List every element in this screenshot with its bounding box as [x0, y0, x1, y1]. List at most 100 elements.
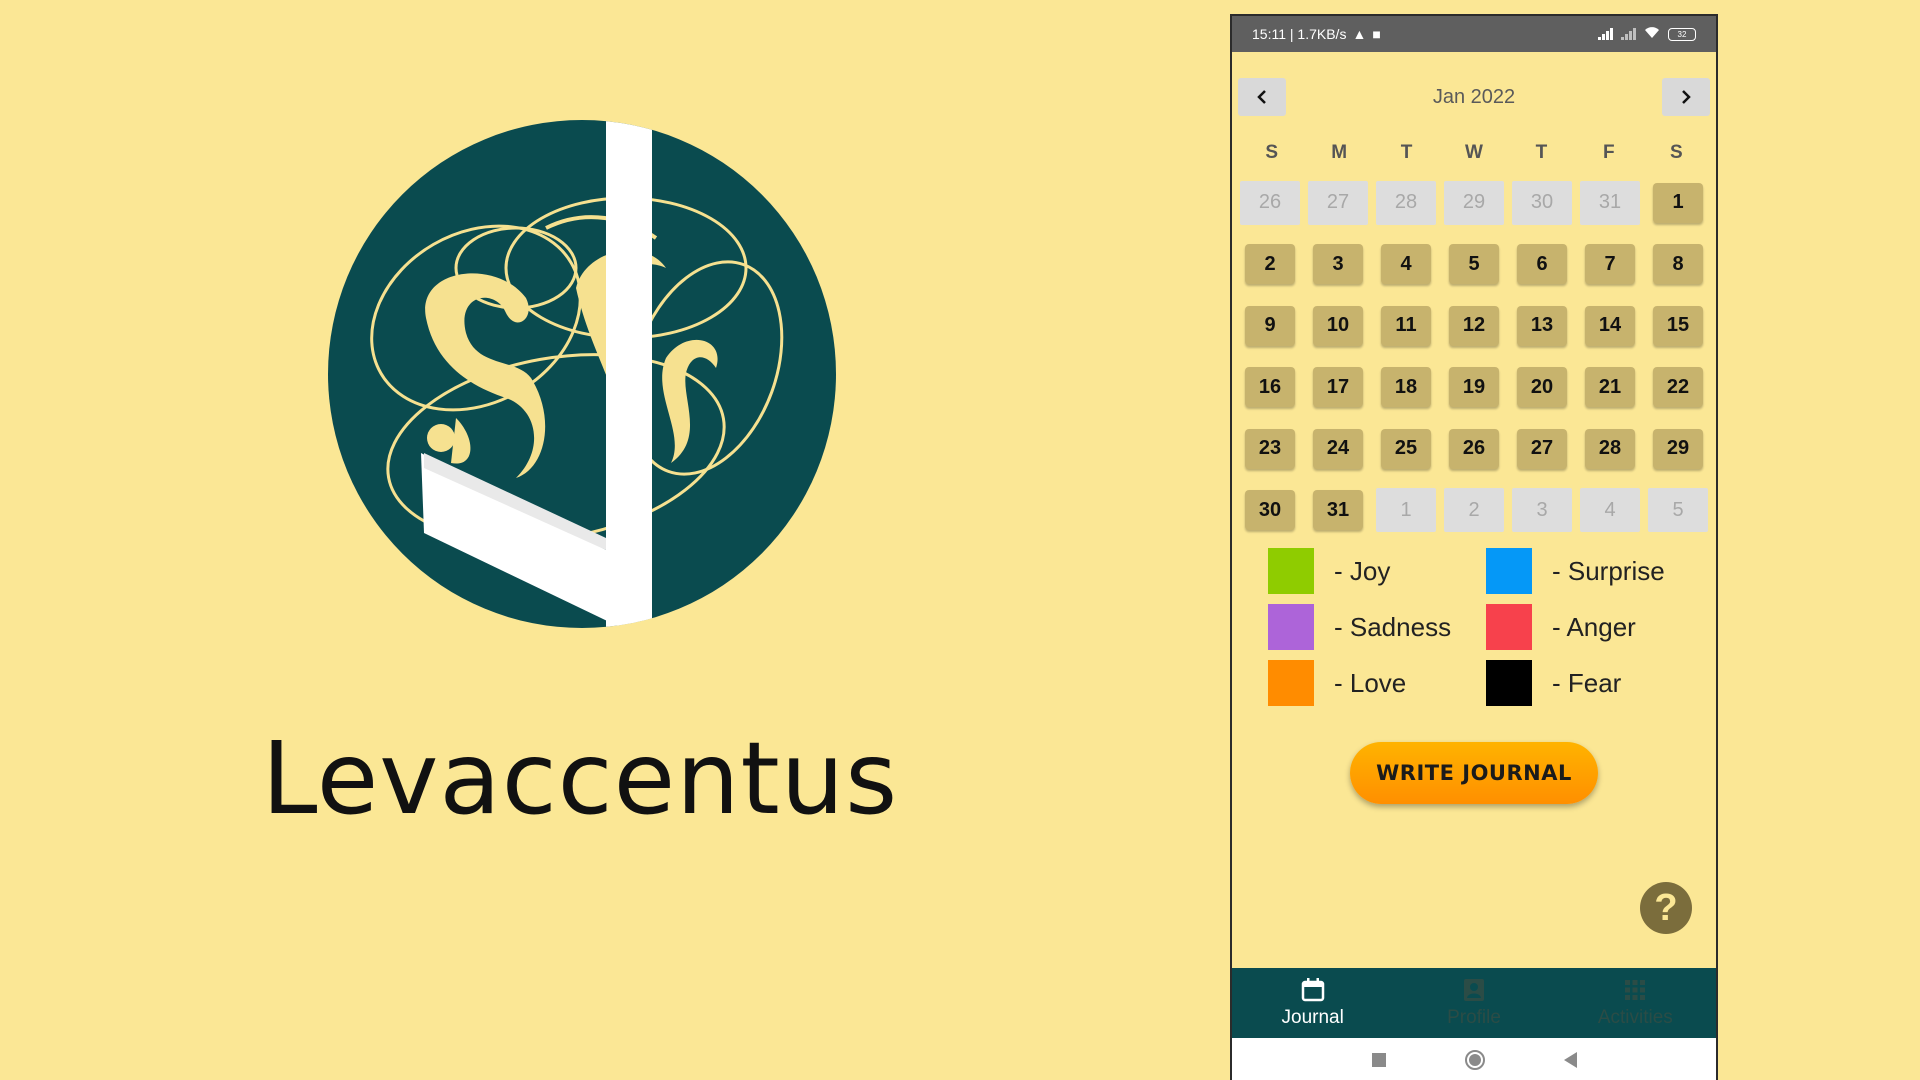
calendar-day-number: 3: [1313, 244, 1363, 285]
levaccentus-logo-icon: [328, 120, 836, 628]
grid-icon: [1625, 980, 1646, 1000]
calendar-day[interactable]: 8: [1644, 234, 1712, 296]
calendar-day-number: 20: [1517, 367, 1567, 408]
calendar-day[interactable]: 1: [1644, 172, 1712, 234]
calendar-day-number: 1: [1653, 182, 1703, 223]
calendar-day[interactable]: 19: [1440, 357, 1508, 419]
calendar-day[interactable]: 16: [1236, 357, 1304, 419]
calendar-day[interactable]: 6: [1508, 234, 1576, 296]
calendar-day-number: 21: [1585, 367, 1635, 408]
legend-item: - Anger: [1486, 602, 1706, 652]
calendar-day[interactable]: 17: [1304, 357, 1372, 419]
calendar-day[interactable]: 22: [1644, 357, 1712, 419]
calendar-day-number: 31: [1313, 490, 1363, 531]
calendar-day[interactable]: 10: [1304, 295, 1372, 357]
write-journal-button[interactable]: WRITE JOURNAL: [1350, 742, 1598, 804]
tab-profile[interactable]: Profile: [1393, 968, 1554, 1038]
tab-profile-label: Profile: [1447, 1007, 1501, 1028]
calendar-day[interactable]: 24: [1304, 418, 1372, 480]
calendar-day[interactable]: 14: [1576, 295, 1644, 357]
calendar-day[interactable]: 4: [1372, 234, 1440, 296]
calendar-day[interactable]: 5: [1440, 234, 1508, 296]
home-icon[interactable]: [1464, 1050, 1485, 1070]
wifi-icon: [1644, 26, 1660, 42]
tab-activities[interactable]: Activities: [1555, 968, 1716, 1038]
calendar-day[interactable]: 21: [1576, 357, 1644, 419]
calendar-day-other-month[interactable]: 3: [1508, 480, 1576, 542]
calendar-day-number: 5: [1648, 488, 1708, 533]
calendar-day-number: 4: [1580, 488, 1640, 533]
bottom-nav: Journal Profile Activities: [1232, 968, 1716, 1038]
calendar-day-other-month[interactable]: 4: [1576, 480, 1644, 542]
calendar-day-number: 28: [1376, 180, 1436, 225]
calendar-day[interactable]: 11: [1372, 295, 1440, 357]
calendar-day[interactable]: 28: [1576, 418, 1644, 480]
weekday-label: S: [1669, 142, 1683, 163]
calendar-day[interactable]: 25: [1372, 418, 1440, 480]
calendar-day-number: 28: [1585, 428, 1635, 469]
calendar-day-other-month[interactable]: 26: [1236, 172, 1304, 234]
calendar-day-number: 2: [1444, 488, 1504, 533]
calendar-day[interactable]: 31: [1304, 480, 1372, 542]
calendar-day[interactable]: 18: [1372, 357, 1440, 419]
calendar-day[interactable]: 30: [1236, 480, 1304, 542]
calendar-day-number: 22: [1653, 367, 1703, 408]
calendar-day[interactable]: 13: [1508, 295, 1576, 357]
calendar-day-number: 31: [1580, 180, 1640, 225]
calendar-day-other-month[interactable]: 27: [1304, 172, 1372, 234]
calendar-day[interactable]: 3: [1304, 234, 1372, 296]
calendar-header: Jan 2022: [1238, 78, 1710, 116]
calendar-day[interactable]: 9: [1236, 295, 1304, 357]
legend-item: - Love: [1268, 658, 1486, 708]
legend-swatch: [1486, 548, 1532, 594]
calendar-day-number: 8: [1653, 244, 1703, 285]
calendar-day-number: 29: [1653, 428, 1703, 469]
chevron-left-icon: [1257, 90, 1266, 104]
calendar-day-number: 29: [1444, 180, 1504, 225]
tab-journal[interactable]: Journal: [1232, 968, 1393, 1038]
calendar-day[interactable]: 27: [1508, 418, 1576, 480]
legend-item: - Surprise: [1486, 546, 1706, 596]
back-icon[interactable]: [1563, 1052, 1577, 1068]
calendar-day[interactable]: 29: [1644, 418, 1712, 480]
weekday-label: T: [1400, 142, 1413, 163]
calendar-day-other-month[interactable]: 28: [1372, 172, 1440, 234]
brand-logo: [326, 118, 838, 630]
calendar-day-other-month[interactable]: 29: [1440, 172, 1508, 234]
calendar-day-other-month[interactable]: 5: [1644, 480, 1712, 542]
calendar-day[interactable]: 26: [1440, 418, 1508, 480]
calendar-day-number: 27: [1308, 180, 1368, 225]
legend-label: - Anger: [1552, 611, 1636, 642]
calendar-day-other-month[interactable]: 31: [1576, 172, 1644, 234]
calendar-day[interactable]: 23: [1236, 418, 1304, 480]
calendar-day-number: 24: [1313, 428, 1363, 469]
calendar-day[interactable]: 12: [1440, 295, 1508, 357]
video-icon: ■: [1372, 26, 1381, 42]
calendar-day-number: 30: [1245, 490, 1295, 531]
prev-month-button[interactable]: [1238, 78, 1286, 116]
calendar-day-number: 7: [1585, 244, 1635, 285]
weekday-row: SMTWTFS: [1238, 142, 1710, 164]
calendar-day-number: 23: [1245, 428, 1295, 469]
help-icon[interactable]: ?: [1640, 882, 1692, 934]
legend-swatch: [1268, 604, 1314, 650]
calendar-day-other-month[interactable]: 1: [1372, 480, 1440, 542]
calendar-day-other-month[interactable]: 2: [1440, 480, 1508, 542]
calendar-day-other-month[interactable]: 30: [1508, 172, 1576, 234]
calendar-day[interactable]: 2: [1236, 234, 1304, 296]
next-month-button[interactable]: [1661, 78, 1710, 116]
legend-item: - Fear: [1486, 658, 1706, 708]
calendar-day[interactable]: 7: [1576, 234, 1644, 296]
status-bar: 15:11 | 1.7KB/s ▲ ■ 32: [1232, 16, 1716, 52]
legend-item: - Joy: [1268, 546, 1486, 596]
calendar-day[interactable]: 20: [1508, 357, 1576, 419]
calendar-day-number: 6: [1517, 244, 1567, 285]
legend-swatch: [1486, 660, 1532, 706]
calendar-day-number: 3: [1512, 488, 1572, 533]
legend-swatch: [1268, 548, 1314, 594]
recents-icon[interactable]: [1371, 1053, 1386, 1067]
calendar-day-number: 9: [1245, 305, 1295, 346]
calendar-day[interactable]: 15: [1644, 295, 1712, 357]
brand-name: Levaccentus: [261, 720, 899, 837]
calendar-day-number: 16: [1245, 367, 1295, 408]
